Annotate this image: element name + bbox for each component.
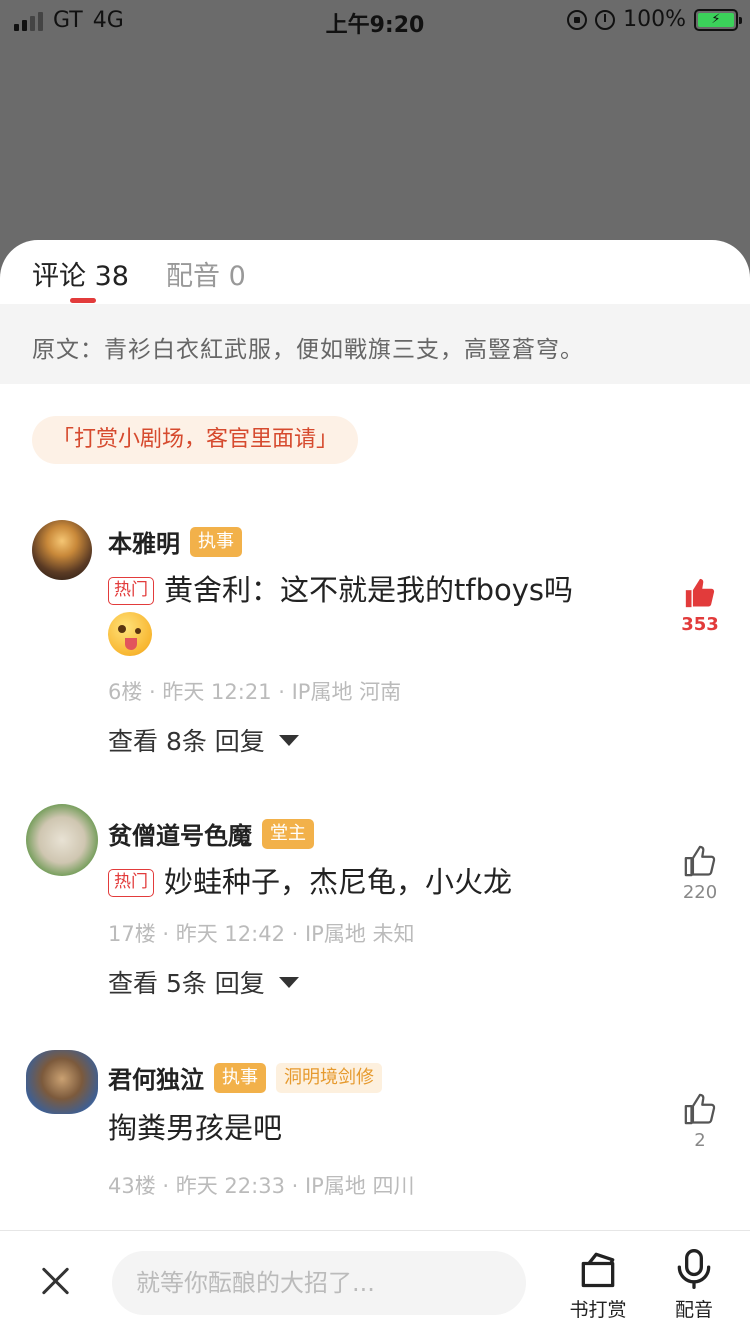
like-button[interactable]: 220 [678,844,722,903]
comment-body: 黄舍利：这不就是我的tfboys吗 [164,573,574,607]
replies-label: 查看 8条 回复 [108,727,265,756]
battery-percent: 100% [623,7,686,32]
comment-text[interactable]: 热门 黄舍利：这不就是我的tfboys吗 [108,568,648,660]
tab-dubbing[interactable]: 配音 0 [166,254,246,293]
comment-text[interactable]: 热门 妙蛙种子，杰尼龟，小火龙 [108,860,648,904]
thumbs-up-outline-icon [684,1093,716,1125]
close-icon[interactable] [38,1263,74,1299]
hot-tag: 热门 [108,869,154,897]
active-tab-indicator [70,298,96,303]
like-button[interactable]: 353 [678,576,722,635]
rank-badge: 堂主 [262,818,314,849]
bottom-bar: 就等你酝酿的大招了... 书打赏 配音 [0,1230,750,1334]
tab-bar: 评论 38 配音 0 [0,240,750,304]
hot-tag: 热门 [108,577,154,605]
like-count: 220 [682,882,718,903]
like-button[interactable]: 2 [678,1092,722,1151]
comment-meta: 6楼 · 昨天 12:21 · IP属地 河南 [108,680,402,704]
book-reward-button[interactable]: 书打赏 [566,1247,630,1322]
alarm-icon [595,9,616,30]
dubbing-button[interactable]: 配音 [670,1247,718,1322]
comment-item: 贫僧道号色魔 堂主 热门 妙蛙种子，杰尼龟，小火龙 17楼 · 昨天 12:42 … [0,800,750,1000]
rank-badge: 执事 [190,526,242,557]
username[interactable]: 君何独泣 [108,1060,204,1095]
comment-item: 本雅明 执事 热门 黄舍利：这不就是我的tfboys吗 6楼 · 昨天 12:21… [0,510,750,756]
avatar[interactable] [26,804,98,876]
comment-body: 妙蛙种子，杰尼龟，小火龙 [164,865,513,899]
original-text: 原文：青衫白衣紅武服，便如戰旗三支，高豎蒼穹。 [0,304,750,384]
comment-input[interactable]: 就等你酝酿的大招了... [112,1251,526,1315]
title-badge: 洞明境剑修 [276,1062,382,1093]
dubbing-label: 配音 [674,1299,713,1321]
view-replies-button[interactable]: 查看 5条 回复 [108,964,299,1000]
tab-comments[interactable]: 评论 38 [32,254,129,293]
username[interactable]: 贫僧道号色魔 [108,816,252,851]
thumbs-up-icon [685,578,715,608]
caret-down-icon [278,734,299,746]
microphone-icon [677,1249,711,1289]
avatar[interactable] [32,520,92,580]
view-replies-button[interactable]: 查看 8条 回复 [108,722,299,758]
caret-down-icon [278,976,299,988]
comment-meta: 43楼 · 昨天 22:33 · IP属地 四川 [108,1174,415,1198]
comment-meta: 17楼 · 昨天 12:42 · IP属地 未知 [108,922,415,946]
thumbs-up-outline-icon [684,845,716,877]
gift-box-icon [581,1252,615,1288]
rotation-lock-icon [567,9,588,30]
rank-badge: 执事 [214,1062,266,1093]
username[interactable]: 本雅明 [108,524,180,559]
book-reward-label: 书打赏 [569,1299,627,1321]
reward-theater-banner[interactable]: 「打赏小剧场，客官里面请」 [32,416,359,464]
comment-body: 掏粪男孩是吧 [108,1111,283,1145]
battery-icon: ⚡ [694,8,742,31]
avatar[interactable] [26,1050,98,1114]
like-count: 2 [694,1130,706,1151]
comment-sheet: 评论 38 配音 0 原文：青衫白衣紅武服，便如戰旗三支，高豎蒼穹。 「打赏小剧… [0,240,750,1334]
comment-item: 君何独泣 执事 洞明境剑修 掏粪男孩是吧 43楼 · 昨天 22:33 · IP… [0,1046,750,1206]
comment-text[interactable]: 掏粪男孩是吧 [108,1106,648,1150]
status-bar: GT 4G 上午9:20 100% ⚡ [0,0,750,40]
wink-tongue-emoji-icon [108,612,152,656]
replies-label: 查看 5条 回复 [108,969,265,998]
like-count: 353 [681,614,719,635]
